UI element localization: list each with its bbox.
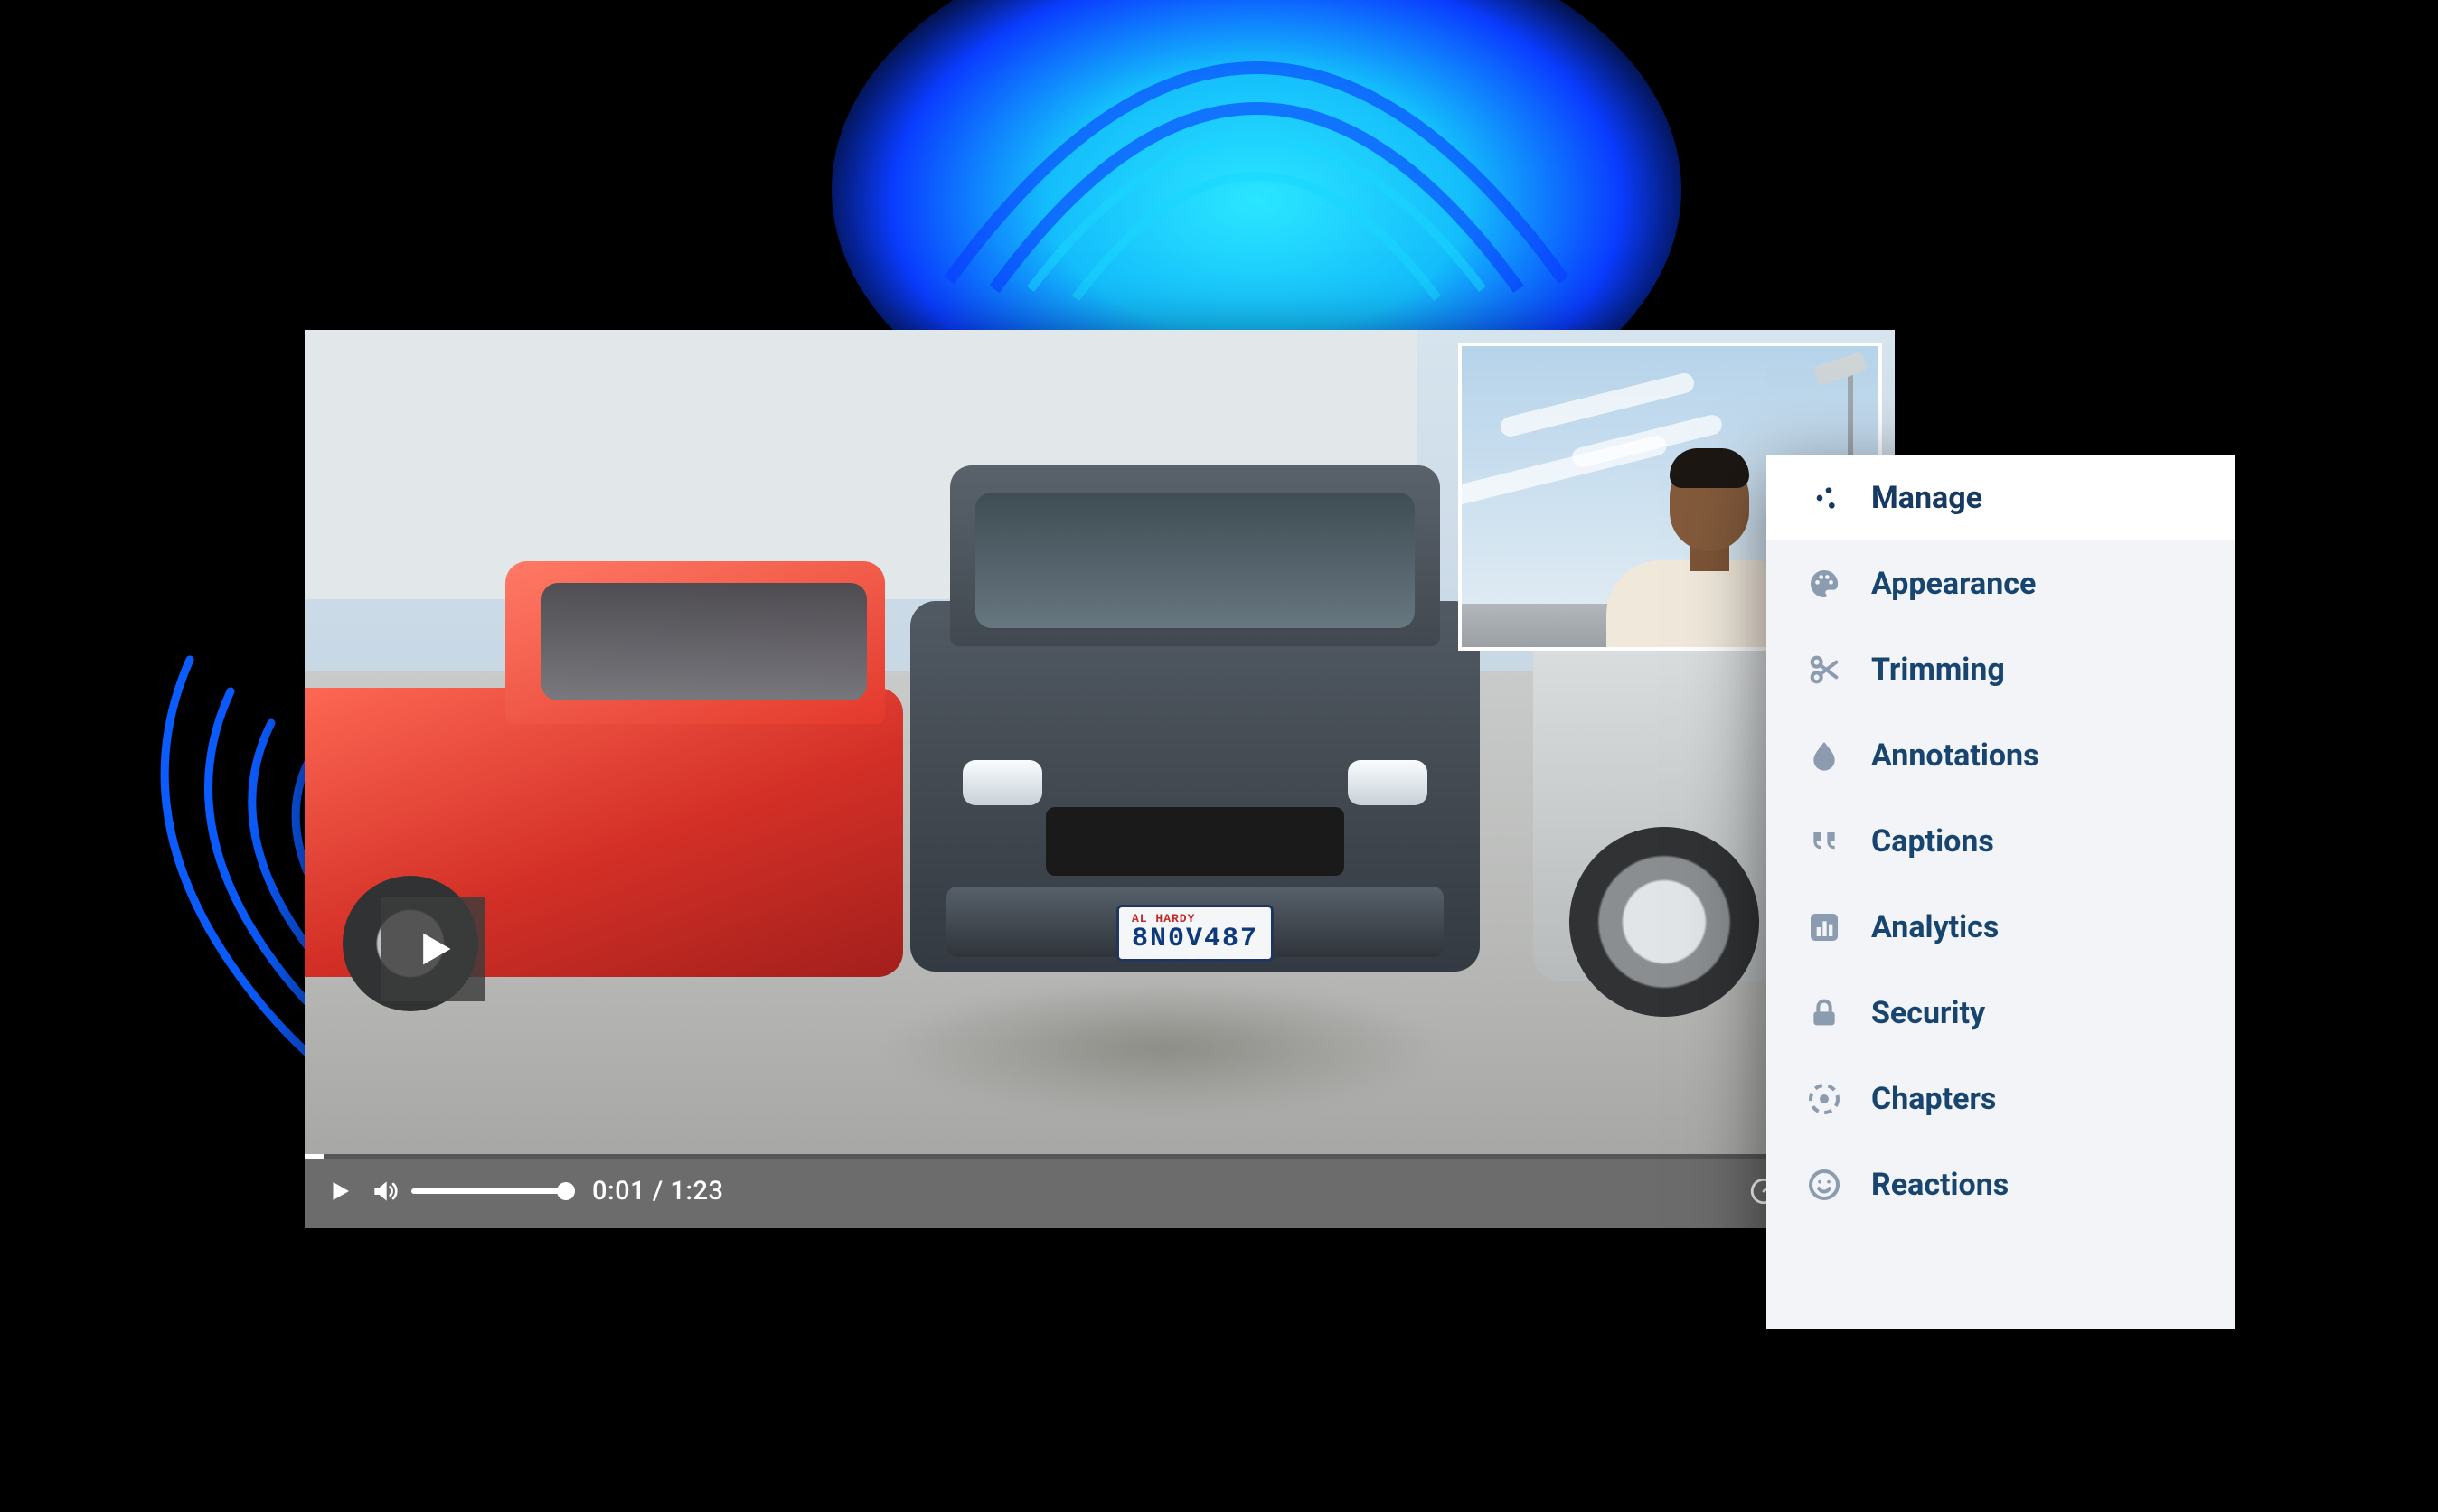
video-controls: 0:01 / 1:23: [305, 1154, 1895, 1228]
quote-icon: [1806, 823, 1842, 859]
current-time: 0:01: [592, 1176, 645, 1207]
scene-car-suv: AL HARDY 8N0V487: [910, 601, 1480, 972]
menu-item-captions[interactable]: Captions: [1766, 798, 2235, 884]
plate-number: 8N0V487: [1132, 924, 1258, 954]
play-button[interactable]: [326, 1178, 353, 1205]
menu-label: Manage: [1871, 480, 1982, 516]
menu-item-analytics[interactable]: Analytics: [1766, 884, 2235, 970]
video-player: AL HARDY 8N0V487: [305, 330, 1895, 1228]
video-frame[interactable]: AL HARDY 8N0V487: [305, 330, 1895, 1228]
sliders-icon: [1806, 480, 1842, 516]
menu-label: Chapters: [1871, 1081, 1996, 1117]
menu-label: Trimming: [1871, 652, 2005, 688]
progress-bar[interactable]: [305, 1154, 1895, 1159]
menu-item-annotations[interactable]: Annotations: [1766, 712, 2235, 798]
menu-label: Annotations: [1871, 737, 2039, 774]
time-display: 0:01 / 1:23: [592, 1176, 723, 1207]
menu-label: Captions: [1871, 823, 1994, 859]
menu-label: Analytics: [1871, 909, 1999, 945]
scene-shadow: [883, 981, 1444, 1116]
scissors-icon: [1806, 652, 1842, 688]
menu-item-appearance[interactable]: Appearance: [1766, 540, 2235, 626]
mute-button[interactable]: [370, 1177, 399, 1206]
volume-icon: [370, 1177, 399, 1206]
chapters-icon: [1806, 1081, 1842, 1117]
play-icon: [409, 925, 457, 972]
license-plate: AL HARDY 8N0V487: [1116, 905, 1274, 962]
smile-icon: [1806, 1167, 1842, 1203]
menu-item-chapters[interactable]: Chapters: [1766, 1056, 2235, 1141]
volume-slider[interactable]: [411, 1188, 567, 1194]
menu-item-security[interactable]: Security: [1766, 970, 2235, 1056]
settings-panel: Manage Appearance Trimming Annotations C…: [1766, 455, 2235, 1329]
lock-icon: [1806, 995, 1842, 1031]
big-play-button[interactable]: [381, 897, 485, 1001]
volume-control: [370, 1177, 567, 1206]
menu-label: Security: [1871, 995, 1985, 1031]
droplet-icon: [1806, 737, 1842, 774]
play-icon: [326, 1178, 353, 1205]
progress-fill: [305, 1154, 324, 1159]
menu-label: Reactions: [1871, 1167, 2009, 1203]
menu-label: Appearance: [1871, 566, 2036, 602]
duration: 1:23: [670, 1176, 723, 1207]
menu-item-manage[interactable]: Manage: [1766, 455, 2235, 540]
menu-item-trimming[interactable]: Trimming: [1766, 626, 2235, 712]
palette-icon: [1806, 566, 1842, 602]
menu-item-reactions[interactable]: Reactions: [1766, 1141, 2235, 1227]
bar-chart-icon: [1806, 909, 1842, 945]
